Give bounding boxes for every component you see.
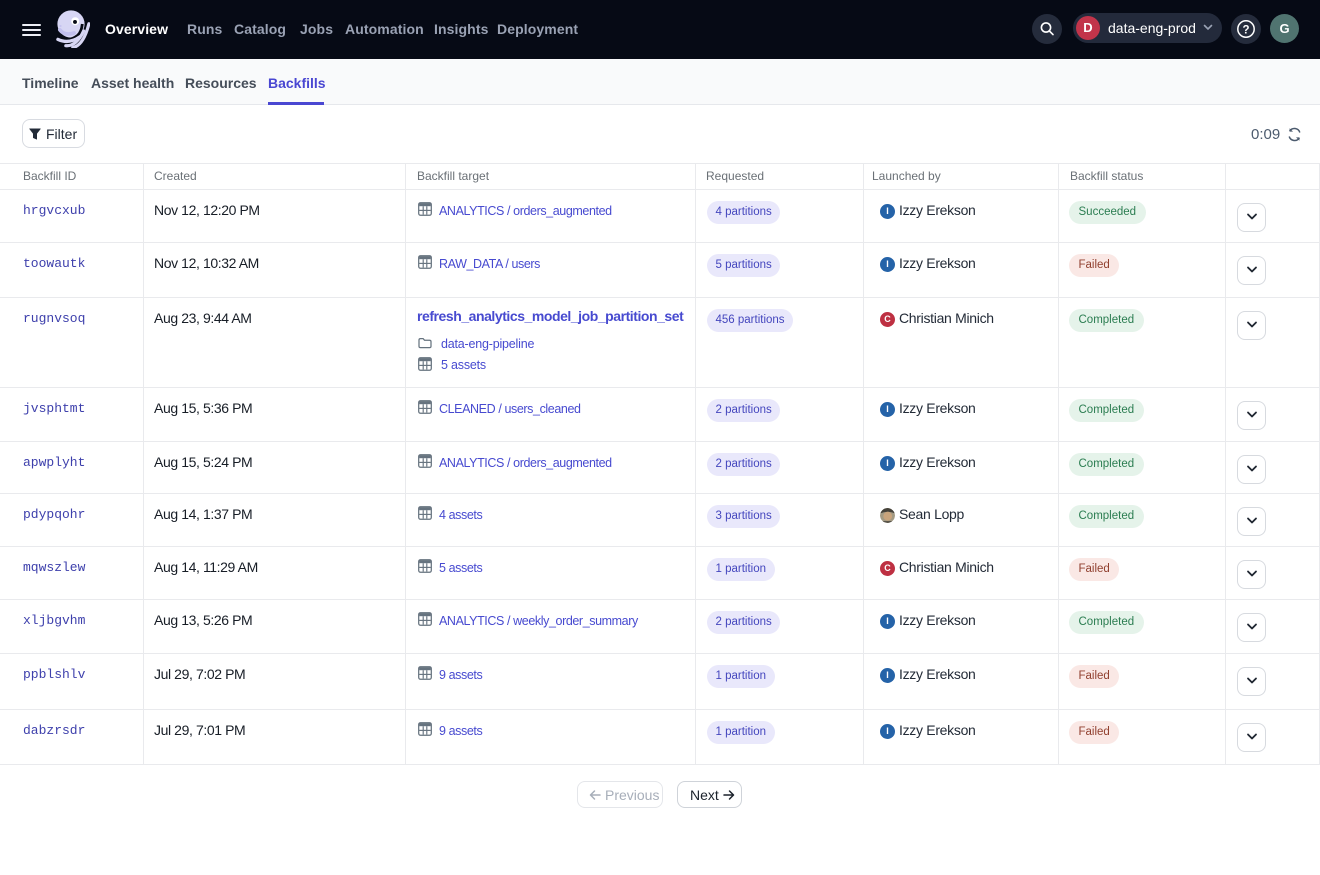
svg-text:?: ? xyxy=(1242,24,1249,36)
